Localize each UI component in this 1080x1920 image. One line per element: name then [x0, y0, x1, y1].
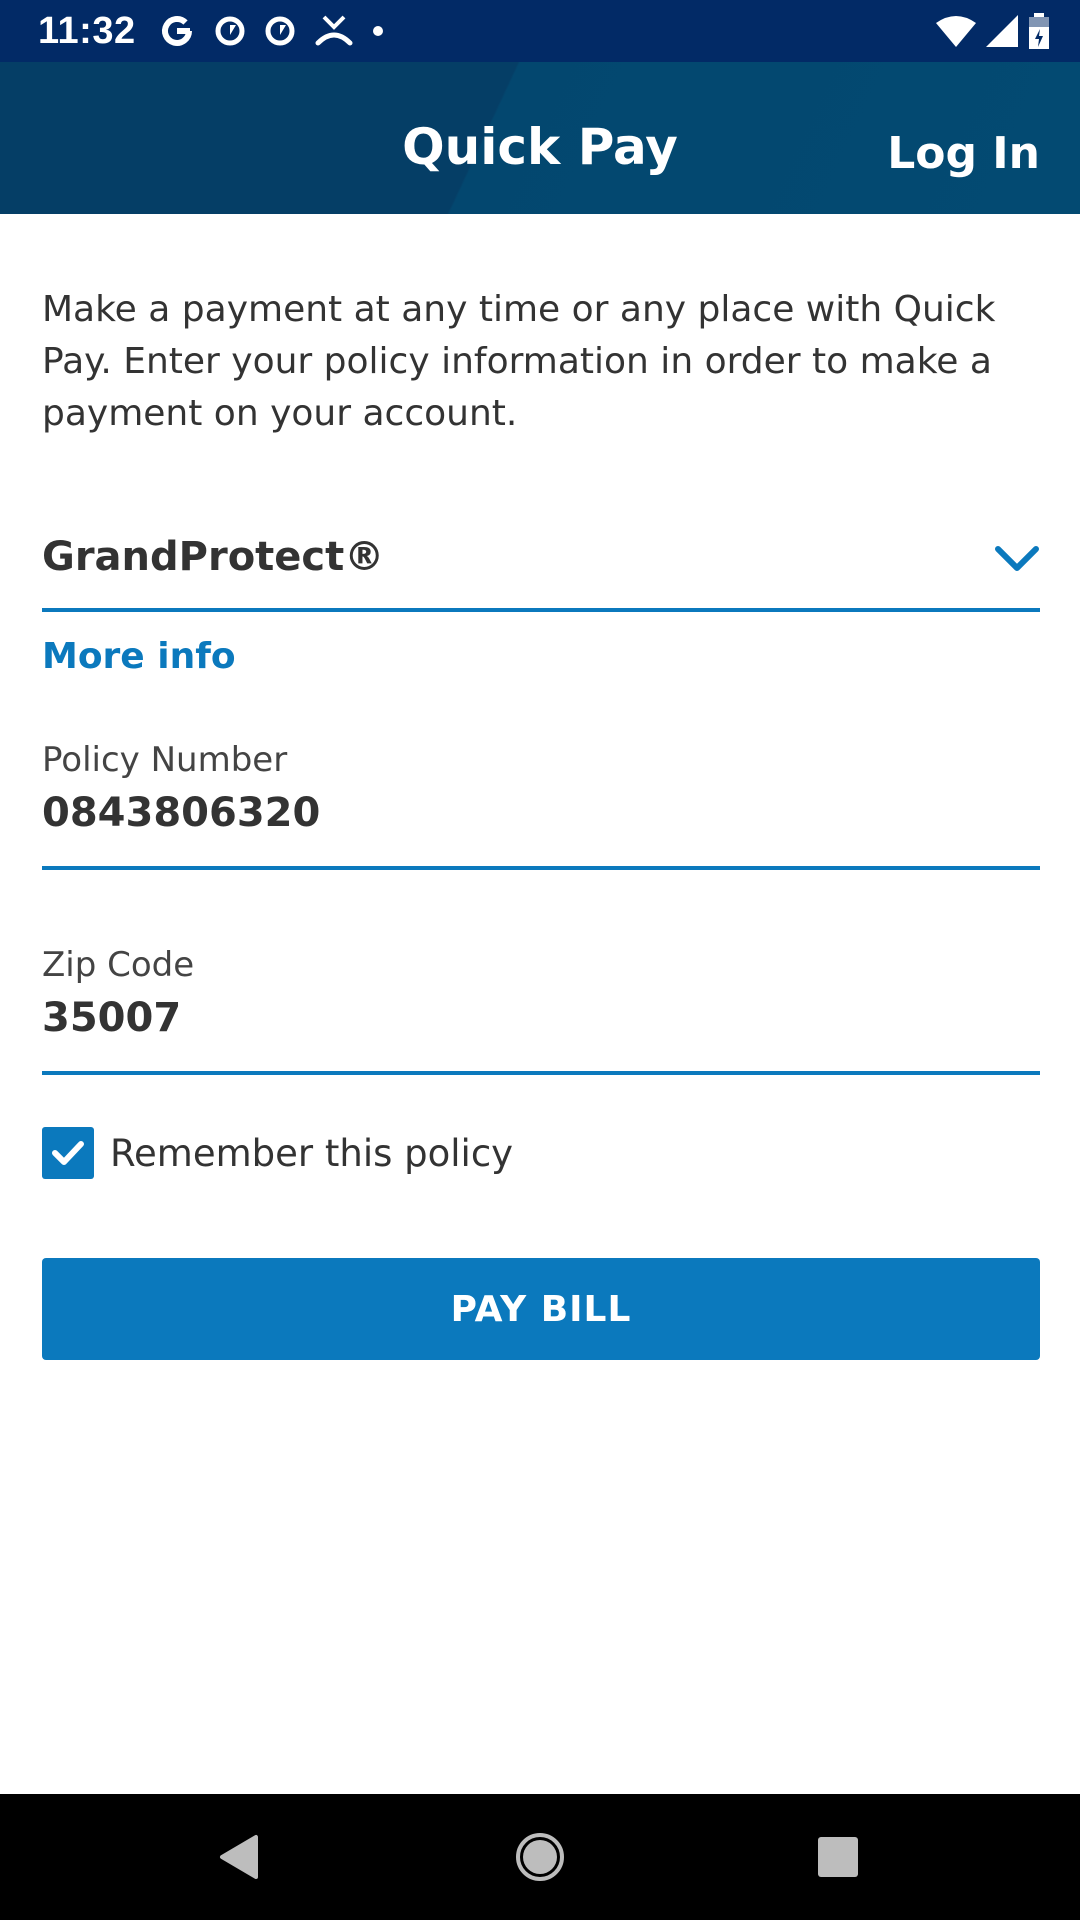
policy-type-select[interactable]: GrandProtect® [42, 520, 1040, 612]
missed-call-icon [314, 13, 354, 49]
app-notification-icon [214, 15, 246, 47]
app-header: Quick Pay Log In [0, 62, 1080, 214]
policy-number-label: Policy Number [42, 740, 288, 780]
status-icons-left [158, 10, 384, 52]
back-icon [220, 1835, 258, 1879]
login-link[interactable]: Log In [887, 62, 1040, 214]
pay-bill-button[interactable]: PAY BILL [42, 1258, 1040, 1360]
intro-text: Make a payment at any time or any place … [42, 289, 996, 434]
status-time: 11:32 [38, 10, 136, 52]
cell-signal-icon [986, 15, 1018, 47]
chevron-down-icon [994, 544, 1040, 578]
home-icon [516, 1833, 564, 1881]
recents-button[interactable] [798, 1794, 878, 1920]
google-icon [158, 12, 196, 50]
navigation-bar [0, 1794, 1080, 1920]
policy-type-value: GrandProtect® [42, 534, 385, 580]
more-info-link[interactable]: More info [42, 636, 236, 677]
status-bar: 11:32 [0, 0, 1080, 62]
wifi-icon [936, 15, 976, 47]
remember-policy-checkbox-row[interactable]: Remember this policy [42, 1126, 513, 1180]
zip-code-field[interactable]: Zip Code 35007 [42, 941, 1040, 1075]
policy-number-value: 0843806320 [42, 790, 321, 836]
zip-code-value: 35007 [42, 995, 182, 1041]
zip-code-label: Zip Code [42, 945, 195, 985]
remember-policy-label: Remember this policy [110, 1131, 514, 1175]
remember-policy-checkbox[interactable] [42, 1127, 94, 1179]
check-icon [52, 1141, 84, 1165]
dot-icon [372, 25, 384, 37]
status-icons-right [936, 10, 1050, 52]
battery-icon [1028, 13, 1050, 49]
app-notification-icon [264, 15, 296, 47]
recents-icon [818, 1837, 858, 1877]
back-button[interactable] [198, 1794, 278, 1920]
home-button[interactable] [500, 1794, 580, 1920]
policy-number-field[interactable]: Policy Number 0843806320 [42, 736, 1040, 870]
